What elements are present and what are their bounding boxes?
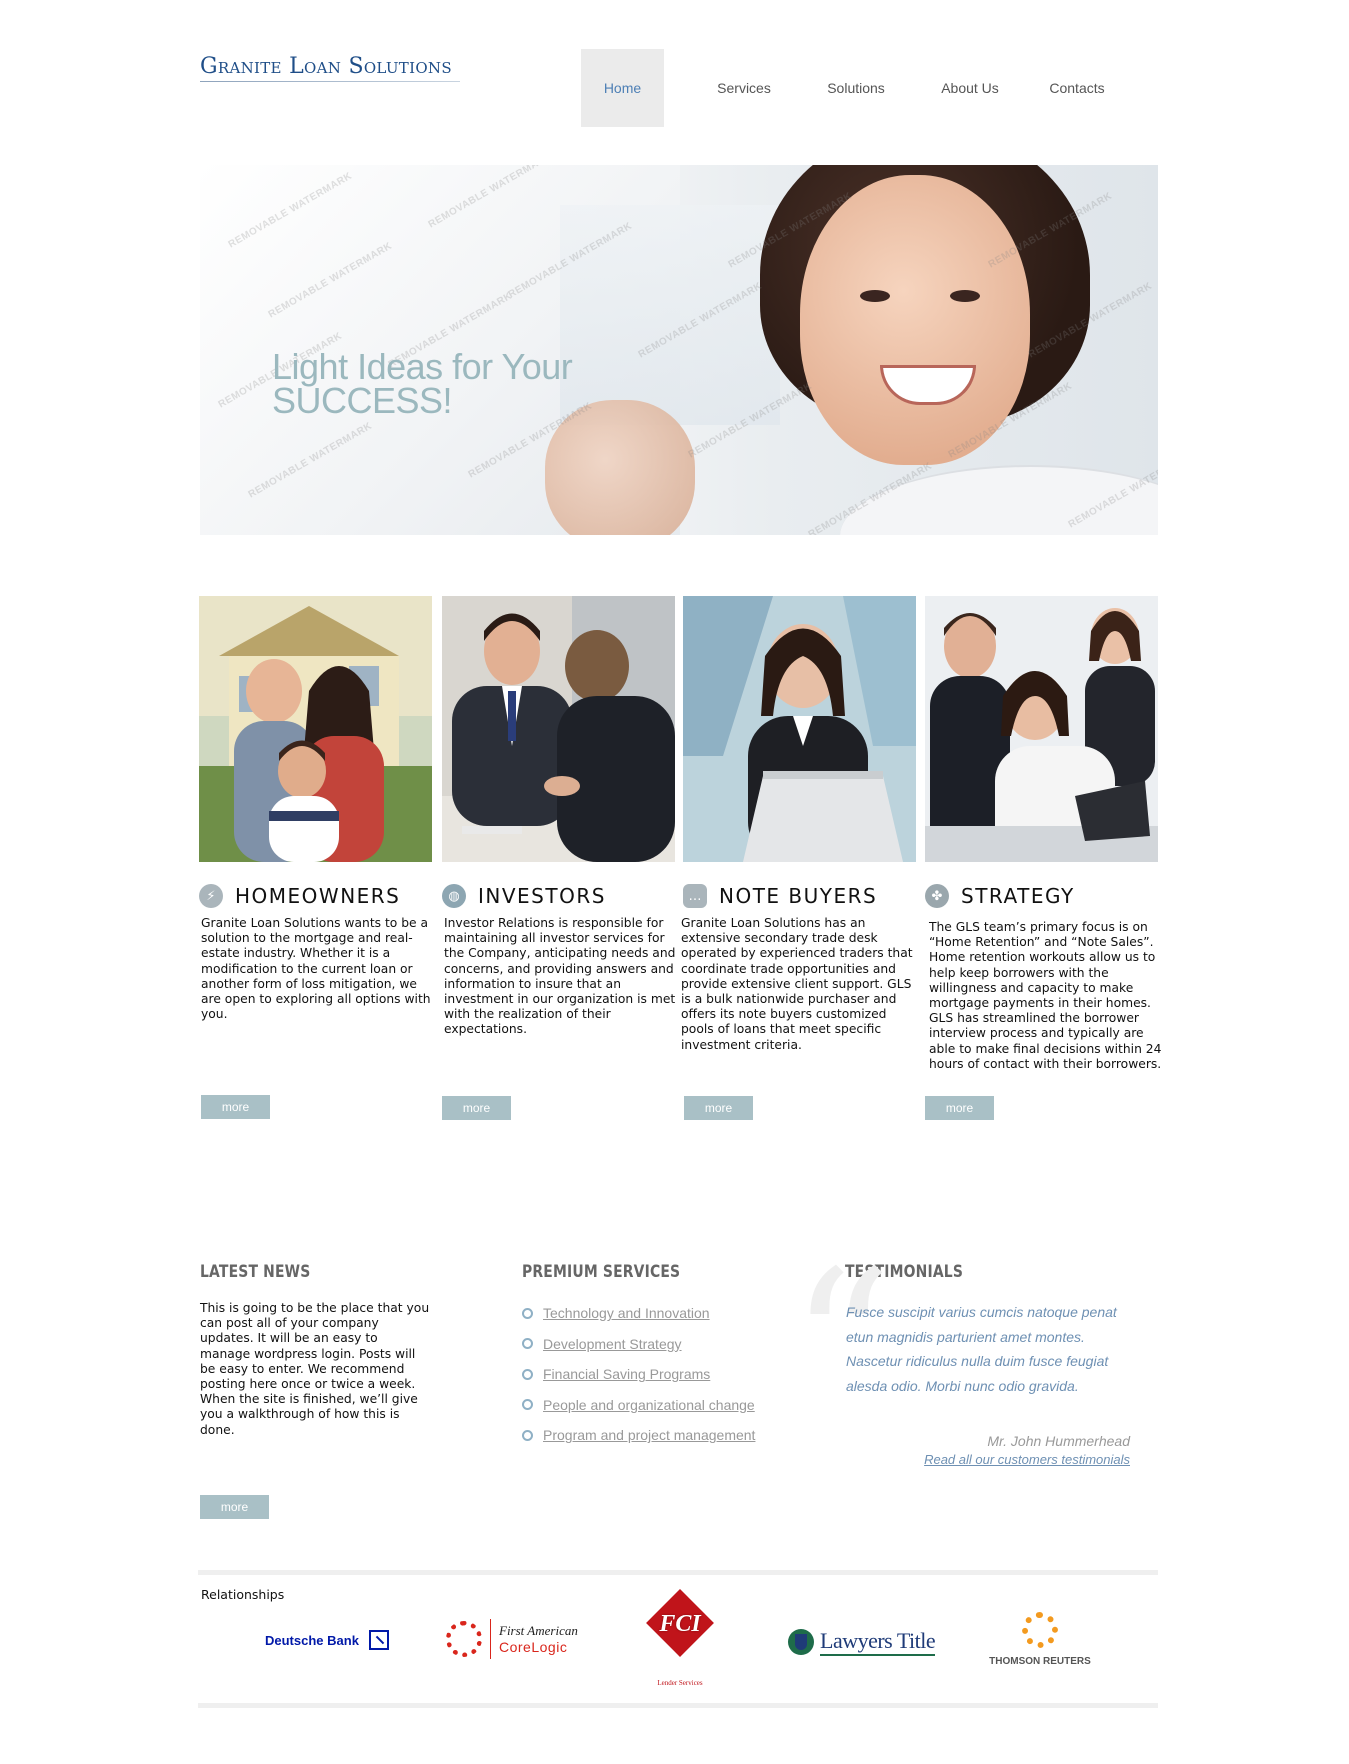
strategy-heading: ✤ STRATEGY [925, 881, 1075, 911]
chat-icon: … [683, 884, 707, 908]
bullet-icon [522, 1338, 533, 1350]
corelogic-name-bottom: CoreLogic [499, 1639, 568, 1655]
service-link[interactable]: Program and project management [543, 1427, 755, 1443]
deutsche-bank-name: Deutsche Bank [265, 1632, 359, 1648]
site-logo[interactable]: Granite Loan Solutions [200, 54, 452, 79]
lawyers-title-name: Lawyers Title [820, 1628, 936, 1656]
relationships-title: Relationships [201, 1587, 285, 1602]
hero-headline: Light Ideas for Your SUCCESS! [272, 346, 573, 421]
bullet-icon [522, 1368, 533, 1380]
investors-photo [442, 596, 675, 862]
bullet-icon [522, 1399, 533, 1411]
partner-deutsche-bank[interactable]: Deutsche Bank [265, 1630, 389, 1650]
strategy-photo [925, 596, 1158, 862]
partner-lawyers-title[interactable]: Lawyers Title [788, 1628, 936, 1656]
lawyers-title-logo-icon [788, 1629, 814, 1655]
strategy-text: The GLS team’s primary focus is on “Home… [929, 920, 1162, 1071]
corelogic-logo-icon [446, 1621, 482, 1657]
lightning-icon: ⚡ [199, 884, 223, 908]
testimonial-quote: Fusce suscipit varius cumcis natoque pen… [846, 1304, 1117, 1394]
nav-home[interactable]: Home [581, 49, 664, 127]
note-buyers-more-button[interactable]: more [684, 1096, 753, 1120]
divider [198, 1570, 1158, 1575]
corelogic-divider [490, 1619, 491, 1659]
premium-services-title: PREMIUM SERVICES [522, 1262, 681, 1282]
hero-window-blur [560, 205, 780, 425]
list-item: Technology and Innovation [522, 1298, 755, 1329]
clover-icon: ✤ [925, 884, 949, 908]
investors-heading: ◍ INVESTORS [442, 881, 606, 911]
hero-eye-left [860, 290, 890, 302]
fci-name: FCI [659, 1611, 701, 1637]
fci-sub: Lender Services [657, 1679, 703, 1687]
note-buyers-photo [683, 596, 916, 862]
hero-banner: REMOVABLE WATERMARK REMOVABLE WATERMARK … [200, 165, 1158, 535]
corelogic-text: First American CoreLogic [499, 1623, 578, 1655]
strategy-more-button[interactable]: more [925, 1096, 994, 1120]
note-buyers-heading: … NOTE BUYERS [683, 881, 877, 911]
nav-solutions[interactable]: Solutions [812, 49, 900, 127]
list-item: Program and project management [522, 1420, 755, 1451]
homeowners-heading: ⚡ HOMEOWNERS [199, 881, 400, 911]
homeowners-photo [199, 596, 432, 862]
news-more-button[interactable]: more [200, 1495, 269, 1519]
strategy-title: STRATEGY [961, 884, 1075, 908]
testimonials-link[interactable]: Read all our customers testimonials [880, 1452, 1130, 1467]
divider [198, 1703, 1158, 1708]
hero-eye-right [950, 290, 980, 302]
globe-icon: ◍ [442, 884, 466, 908]
premium-services-list: Technology and Innovation Development St… [522, 1298, 755, 1451]
thomson-reuters-name: THOMSON REUTERS [989, 1656, 1091, 1667]
list-item: People and organizational change [522, 1390, 755, 1421]
latest-news-text: This is going to be the place that you c… [200, 1301, 430, 1437]
corelogic-name-top: First American [499, 1623, 578, 1638]
partner-thomson-reuters[interactable]: THOMSON REUTERS [985, 1612, 1095, 1667]
thomson-reuters-logo-icon [1022, 1612, 1058, 1648]
deutsche-bank-logo-icon [368, 1630, 389, 1650]
hero-headline-line2: SUCCESS! [272, 380, 453, 421]
nav-contacts[interactable]: Contacts [1033, 49, 1121, 127]
page: Granite Loan Solutions Home Services Sol… [0, 0, 1349, 1764]
homeowners-text: Granite Loan Solutions wants to be a sol… [201, 916, 431, 1022]
nav-about-us[interactable]: About Us [926, 49, 1014, 127]
service-link[interactable]: Technology and Innovation [543, 1305, 710, 1321]
list-item: Development Strategy [522, 1329, 755, 1360]
homeowners-title: HOMEOWNERS [235, 884, 401, 908]
investors-title: INVESTORS [478, 884, 606, 908]
service-link[interactable]: People and organizational change [543, 1397, 755, 1413]
list-item: Financial Saving Programs [522, 1359, 755, 1390]
note-buyers-title: NOTE BUYERS [719, 884, 878, 908]
bullet-icon [522, 1307, 533, 1319]
homeowners-more-button[interactable]: more [201, 1095, 270, 1119]
latest-news-title: LATEST NEWS [200, 1262, 311, 1282]
bullet-icon [522, 1429, 533, 1441]
note-buyers-text: Granite Loan Solutions has an extensive … [681, 916, 913, 1052]
investors-more-button[interactable]: more [442, 1096, 511, 1120]
investors-text: Investor Relations is responsible for ma… [444, 916, 676, 1037]
partner-corelogic[interactable]: First American CoreLogic [446, 1619, 578, 1659]
hero-headline-line1: Light Ideas for Your [272, 346, 573, 387]
testimonial-author: Mr. John Hummerhead [987, 1433, 1130, 1449]
service-link[interactable]: Financial Saving Programs [543, 1366, 710, 1382]
nav-services[interactable]: Services [700, 49, 788, 127]
service-link[interactable]: Development Strategy [543, 1336, 682, 1352]
logo-underline [200, 81, 460, 82]
partner-fci[interactable]: FCI Lender Services [640, 1589, 720, 1693]
